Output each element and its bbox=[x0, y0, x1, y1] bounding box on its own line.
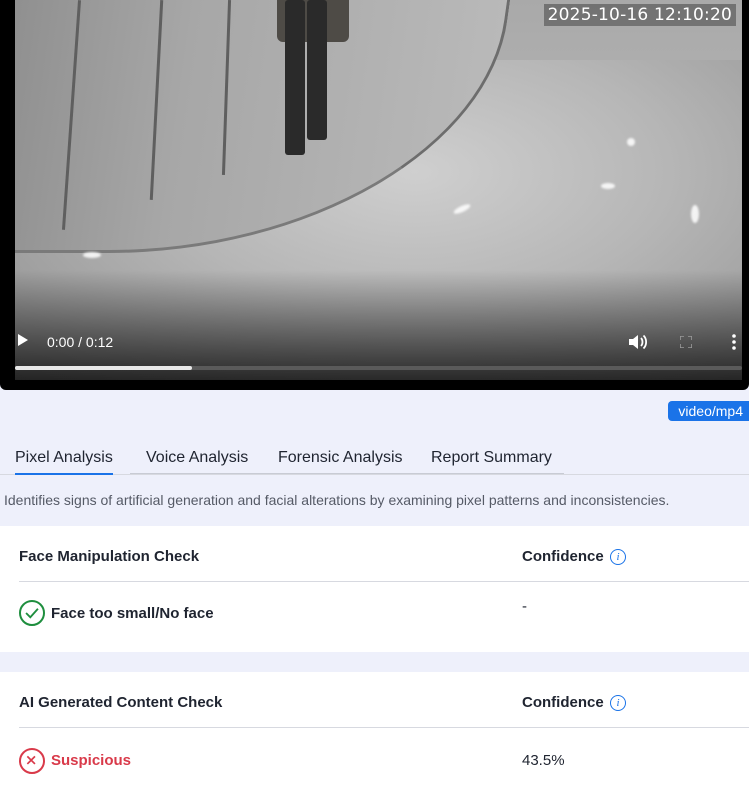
video-light-reflection bbox=[627, 138, 635, 146]
ai-generated-card: AI Generated Content Check Confidence i … bbox=[0, 672, 749, 794]
info-icon[interactable]: i bbox=[610, 695, 626, 711]
tab-voice-analysis[interactable]: Voice Analysis bbox=[146, 449, 248, 475]
video-player[interactable]: 2025-10-16 12:10:20 0:00 / 0:12 bbox=[0, 0, 749, 390]
video-person bbox=[283, 0, 329, 155]
x-circle-icon bbox=[19, 748, 45, 774]
tab-divider bbox=[130, 473, 564, 474]
play-icon[interactable] bbox=[18, 334, 28, 346]
card-separator bbox=[19, 581, 749, 582]
format-badge: video/mp4 bbox=[668, 401, 749, 421]
video-light-reflection bbox=[601, 183, 615, 189]
face-manipulation-card: Face Manipulation Check Confidence i Fac… bbox=[0, 526, 749, 652]
tab-description: Identifies signs of artificial generatio… bbox=[4, 492, 670, 508]
check-circle-icon bbox=[19, 600, 45, 626]
video-person-leg bbox=[307, 0, 327, 140]
video-controls-gradient bbox=[15, 270, 742, 380]
confidence-header: Confidence bbox=[522, 694, 604, 711]
check-result-text: Face too small/No face bbox=[51, 605, 214, 622]
card-title: Face Manipulation Check bbox=[19, 548, 200, 565]
info-icon[interactable]: i bbox=[610, 549, 626, 565]
card-title: AI Generated Content Check bbox=[19, 694, 223, 711]
video-progress-fill bbox=[15, 366, 192, 370]
tab-report-summary[interactable]: Report Summary bbox=[431, 449, 552, 475]
fullscreen-icon[interactable] bbox=[680, 336, 692, 348]
video-person-leg bbox=[285, 0, 305, 155]
volume-icon[interactable] bbox=[628, 333, 648, 351]
tab-forensic-analysis[interactable]: Forensic Analysis bbox=[278, 449, 403, 475]
analysis-tabs: Pixel Analysis Voice Analysis Forensic A… bbox=[0, 443, 749, 475]
check-result-text: Suspicious bbox=[51, 752, 132, 769]
confidence-value: 43.5% bbox=[522, 752, 565, 769]
video-light-reflection bbox=[691, 205, 699, 223]
card-separator bbox=[19, 727, 749, 728]
video-time-display: 0:00 / 0:12 bbox=[47, 334, 114, 350]
tab-pixel-analysis[interactable]: Pixel Analysis bbox=[15, 449, 113, 475]
video-light-reflection bbox=[83, 252, 101, 258]
video-frame: 2025-10-16 12:10:20 bbox=[15, 0, 742, 380]
video-progress-bar[interactable] bbox=[15, 366, 742, 370]
video-timestamp-overlay: 2025-10-16 12:10:20 bbox=[543, 4, 736, 26]
more-options-icon[interactable] bbox=[731, 334, 737, 350]
confidence-header: Confidence bbox=[522, 548, 604, 565]
confidence-value: - bbox=[522, 598, 527, 615]
